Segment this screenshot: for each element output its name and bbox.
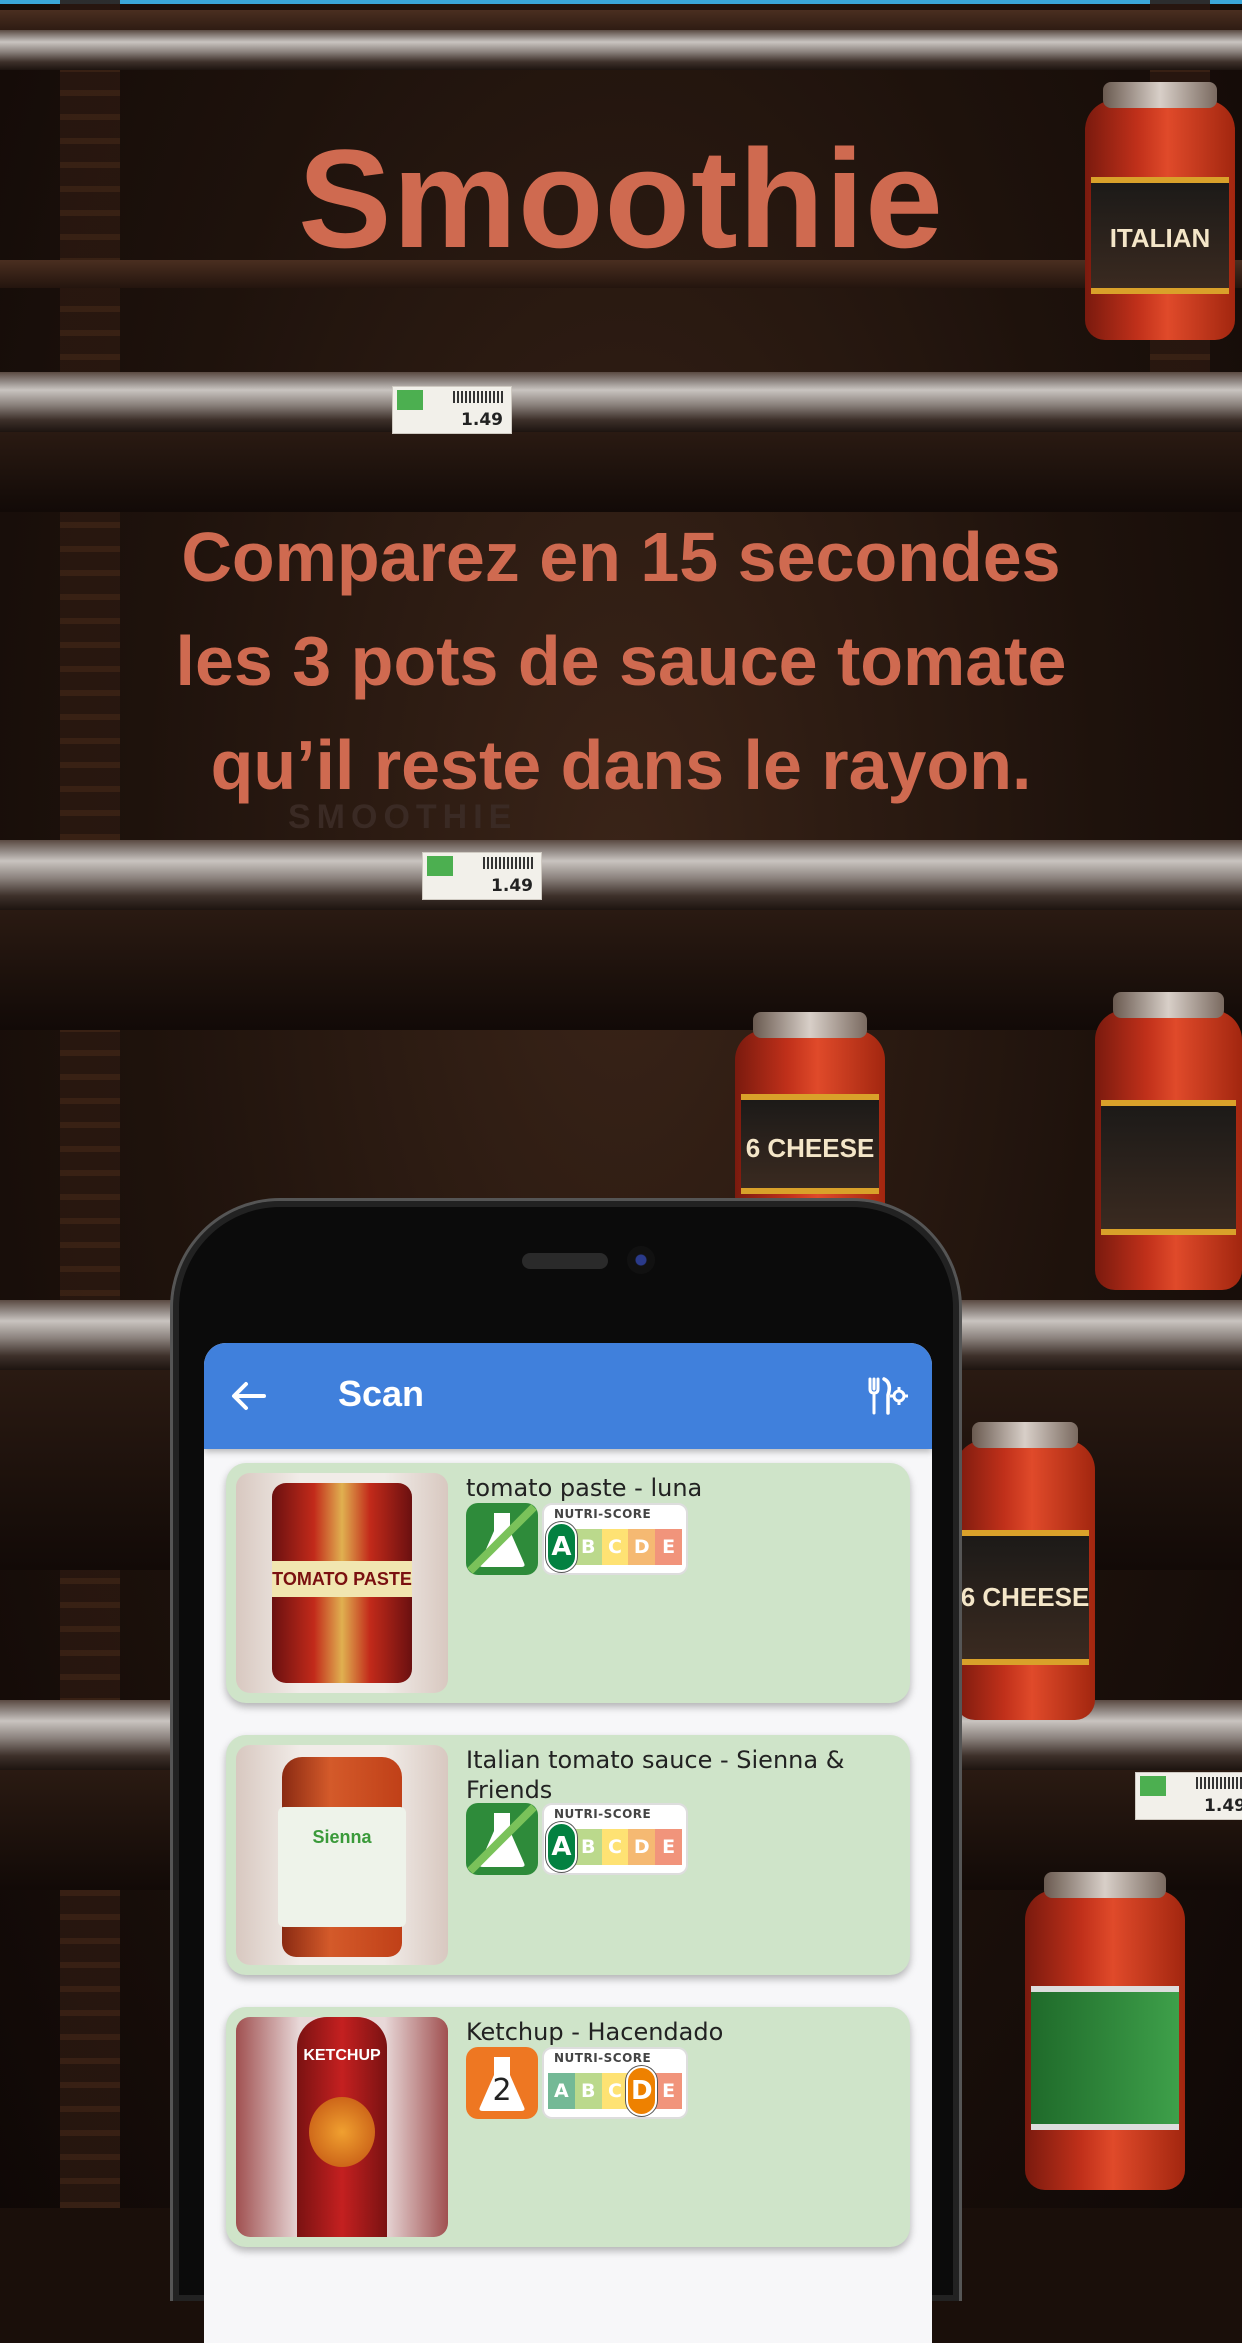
product-image: KETCHUP <box>236 2017 448 2237</box>
nutri-score-badge: NUTRI-SCORE ABCDE <box>542 1803 688 1875</box>
phone-mockup: Scan TOMATO PASTE tomato paste - luna NU… <box>170 1198 962 2343</box>
flask-icon <box>467 1804 537 1874</box>
nova-group-number: 2 <box>492 2073 512 2108</box>
score-badges: NUTRI-SCORE ABCDE <box>466 1503 688 1575</box>
score-badges: NUTRI-SCORE ABCDE <box>466 1803 688 1875</box>
nova-badge <box>466 1803 538 1875</box>
sauce-jar: 6 CHEESE <box>955 1422 1095 1720</box>
arrow-back-icon[interactable] <box>224 1371 274 1421</box>
promo-subtitle-line: les 3 pots de sauce tomate <box>175 622 1067 700</box>
sauce-jar <box>1095 992 1242 1290</box>
app-screen: Scan TOMATO PASTE tomato paste - luna NU… <box>204 1343 932 2343</box>
product-title: Ketchup - Hacendado <box>466 2018 724 2046</box>
product-card[interactable]: Sienna Italian tomato sauce - Sienna & F… <box>226 1735 910 1975</box>
price-tag: 1.49 <box>392 386 512 434</box>
promo-subtitle-line: Comparez en 15 secondes <box>181 518 1061 596</box>
watermark: SMOOTHIE <box>288 798 518 836</box>
product-image: Sienna <box>236 1745 448 1965</box>
price-tag: 1.49 <box>422 852 542 900</box>
product-card[interactable]: KETCHUP Ketchup - Hacendado 2 NUTRI-SCOR… <box>226 2007 910 2247</box>
top-accent-line <box>0 0 1242 4</box>
sauce-jar <box>1025 1872 1185 2190</box>
nutri-score-badge: NUTRI-SCORE ABCDE <box>542 1503 688 1575</box>
score-badges: 2 NUTRI-SCORE ABCDE <box>466 2047 688 2119</box>
promo-title: Smoothie <box>298 120 944 277</box>
phone-speaker <box>522 1253 608 1269</box>
promo-subtitle: Comparez en 15 secondes les 3 pots de sa… <box>0 505 1242 817</box>
nova-badge <box>466 1503 538 1575</box>
product-title: tomato paste - luna <box>466 1474 703 1502</box>
food-preferences-icon[interactable] <box>864 1375 908 1417</box>
product-title: Italian tomato sauce - Sienna & Friends <box>466 1746 845 1804</box>
product-image: TOMATO PASTE <box>236 1473 448 1693</box>
price-tag: 1.49 <box>1135 1772 1242 1820</box>
product-card[interactable]: TOMATO PASTE tomato paste - luna NUTRI-S… <box>226 1463 910 1703</box>
app-bar-title: Scan <box>338 1373 425 1414</box>
promo-subtitle-line: qu’il reste dans le rayon. <box>210 726 1032 804</box>
product-image-label: Sienna <box>278 1807 406 1927</box>
phone-camera <box>627 1246 655 1274</box>
product-image-label: TOMATO PASTE <box>272 1561 412 1597</box>
nova-badge: 2 <box>466 2047 538 2119</box>
flask-icon <box>467 1504 537 1574</box>
nutri-score-badge: NUTRI-SCORE ABCDE <box>542 2047 688 2119</box>
product-image-label: KETCHUP <box>303 2047 381 2064</box>
app-bar: Scan <box>204 1343 932 1449</box>
